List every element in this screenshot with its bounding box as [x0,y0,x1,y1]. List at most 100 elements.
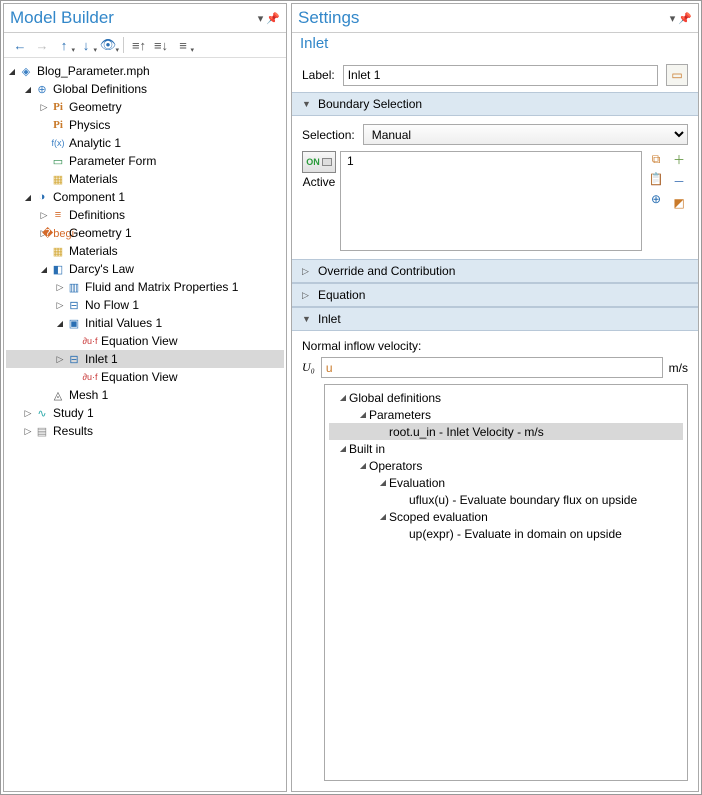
node-icon: ◑ [34,189,50,205]
tree-node[interactable]: ▦Materials [6,242,284,260]
expand-icon: ▷ [302,290,312,301]
collapse-icon: ▼ [302,99,312,109]
up-button[interactable]: ↑▾ [54,36,74,54]
label-ref-button[interactable]: ▭ [666,64,688,86]
section-override[interactable]: ▷ Override and Contribution [292,259,698,283]
u0-unit: m/s [669,361,688,375]
node-label: Equation View [101,370,178,384]
node-label: Inlet 1 [85,352,118,366]
section-boundary-selection[interactable]: ▼ Boundary Selection [292,92,698,116]
autocomplete-item[interactable]: uflux(u) - Evaluate boundary flux on ups… [329,491,683,508]
node-icon: ▤ [34,423,50,439]
tree-node[interactable]: ◬Mesh 1 [6,386,284,404]
tree-node[interactable]: ▦Materials [6,170,284,188]
node-icon: ∂u·f [82,369,98,385]
pin-icon[interactable]: ▾ 📌 [670,12,692,25]
autocomplete-item[interactable]: ◢Built in [329,440,683,457]
autocomplete-item[interactable]: ◢Operators [329,457,683,474]
node-label: Analytic 1 [69,136,121,150]
model-builder-panel: Model Builder ▾ 📌 ← → ↑▾ ↓▾ 👁▾ ≡↑ ≡↓ ≡ ▾ … [3,3,287,792]
node-label: Geometry 1 [69,226,132,240]
u0-symbol: U₀ [302,360,315,375]
tree-node[interactable]: ◢◑Component 1 [6,188,284,206]
tree-node[interactable]: ▷▥Fluid and Matrix Properties 1 [6,278,284,296]
copy-icon[interactable]: ⧉ [647,151,665,167]
autocomplete-item[interactable]: ◢Global definitions [329,389,683,406]
label-label: Label: [302,68,335,82]
node-label: Global Definitions [53,82,147,96]
tree-node[interactable]: ▷≡Definitions [6,206,284,224]
tree-node[interactable]: ▷PiGeometry [6,98,284,116]
toggle-icon[interactable]: ◩ [670,195,688,211]
settings-title: Settings [298,8,670,28]
autocomplete-item[interactable]: up(expr) - Evaluate in domain on upside [329,525,683,542]
list-item[interactable]: 1 [347,154,635,168]
add-icon[interactable]: ＋ [670,151,688,167]
show-button[interactable]: 👁▾ [98,36,118,54]
node-icon: ≡ [50,207,66,223]
tree-node[interactable]: ▷∿Study 1 [6,404,284,422]
tree-node[interactable]: ◢▣Initial Values 1 [6,314,284,332]
label-input[interactable] [343,65,658,86]
settings-subtitle: Inlet [292,33,698,58]
node-label: Mesh 1 [69,388,108,402]
down-button[interactable]: ↓▾ [76,36,96,54]
tree-node[interactable]: ▷�begiGeometry 1 [6,224,284,242]
tree-node[interactable]: ∂u·fEquation View [6,368,284,386]
tree-node[interactable]: ◢⊕Global Definitions [6,80,284,98]
node-icon: ▦ [50,171,66,187]
autocomplete-list[interactable]: ◢Global definitions◢Parametersroot.u_in … [324,384,688,781]
tree-node[interactable]: ▷⊟No Flow 1 [6,296,284,314]
back-button[interactable]: ← [10,36,30,54]
node-icon: ▦ [50,243,66,259]
selection-label: Selection: [302,128,355,142]
tree-node[interactable]: ▷▤Results [6,422,284,440]
node-label: No Flow 1 [85,298,139,312]
remove-icon[interactable]: － [670,173,688,189]
tree-node[interactable]: ▭Parameter Form [6,152,284,170]
node-icon: ⊕ [34,81,50,97]
node-label: Geometry [69,100,122,114]
node-label: Initial Values 1 [85,316,162,330]
tree-node[interactable]: ▷⊟Inlet 1 [6,350,284,368]
collapse-button[interactable]: ≡↑ [129,36,149,54]
node-icon: ⊟ [66,297,82,313]
autocomplete-item[interactable]: root.u_in - Inlet Velocity - m/s [329,423,683,440]
inlet-body: Normal inflow velocity: U₀ m/s ◢Global d… [292,331,698,791]
node-label: Materials [69,172,118,186]
separator [123,37,124,53]
node-label: Fluid and Matrix Properties 1 [85,280,238,294]
autocomplete-item[interactable]: ◢Parameters [329,406,683,423]
node-icon: �begi [50,225,66,241]
autocomplete-item[interactable]: ◢Evaluation [329,474,683,491]
selection-dropdown[interactable]: Manual [363,124,688,145]
settings-header: Settings ▾ 📌 [292,4,698,33]
node-label: Component 1 [53,190,125,204]
expand-button[interactable]: ≡↓ [151,36,171,54]
model-tree[interactable]: ◢◈Blog_Parameter.mph◢⊕Global Definitions… [4,58,286,791]
node-icon: ▥ [66,279,82,295]
paste-icon[interactable]: 📋 [647,171,665,187]
zoom-icon[interactable]: ⊕ [647,191,665,207]
autocomplete-item[interactable]: ◢Scoped evaluation [329,508,683,525]
section-equation[interactable]: ▷ Equation [292,283,698,307]
tree-node[interactable]: PiPhysics [6,116,284,134]
section-inlet[interactable]: ▼ Inlet [292,307,698,331]
model-builder-title: Model Builder [10,8,258,28]
node-label: Definitions [69,208,125,222]
tree-node[interactable]: ◢◧Darcy's Law [6,260,284,278]
normal-inflow-label: Normal inflow velocity: [302,339,688,353]
selection-list[interactable]: 1 [340,151,642,251]
u0-input[interactable] [321,357,663,378]
tree-options-button[interactable]: ≡▾ [173,36,193,54]
node-label: Physics [69,118,110,132]
dropdown-icon[interactable]: ▾ 📌 [258,12,280,25]
node-icon: ▭ [50,153,66,169]
forward-button[interactable]: → [32,36,52,54]
model-builder-header: Model Builder ▾ 📌 [4,4,286,33]
node-label: Darcy's Law [69,262,134,276]
tree-node[interactable]: ◢◈Blog_Parameter.mph [6,62,284,80]
tree-node[interactable]: ∂u·fEquation View [6,332,284,350]
active-toggle[interactable]: ON [302,151,336,173]
tree-node[interactable]: f(x)Analytic 1 [6,134,284,152]
